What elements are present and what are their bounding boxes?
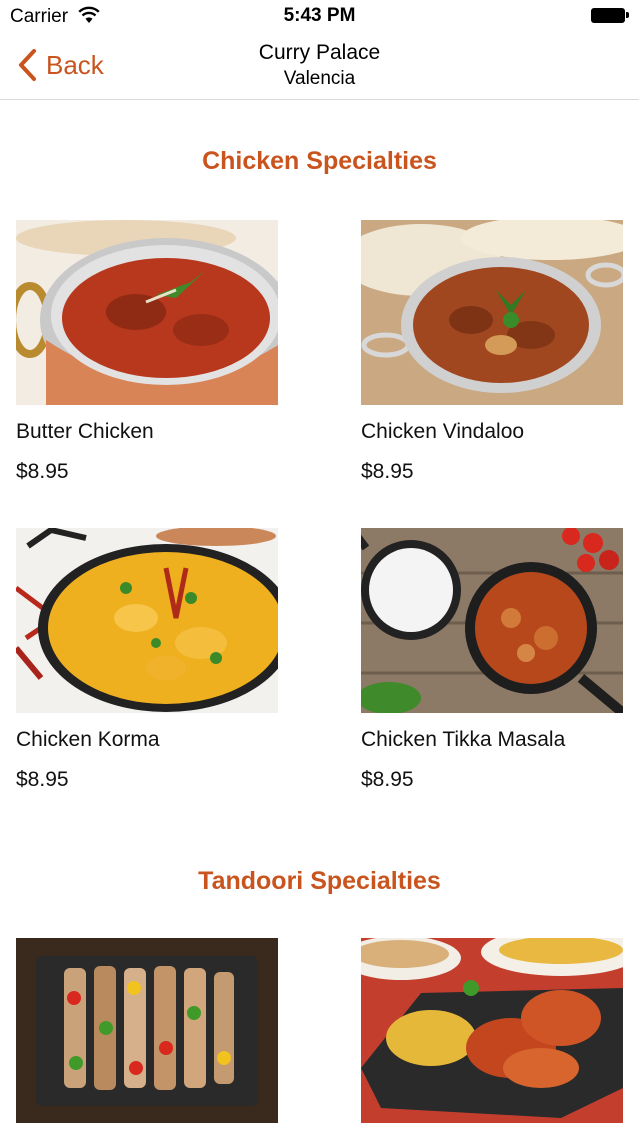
section-title-chicken: Chicken Specialties xyxy=(202,147,437,175)
item-name: Butter Chicken xyxy=(16,420,154,443)
chicken-vindaloo-photo xyxy=(361,220,623,405)
item-name: Chicken Tikka Masala xyxy=(361,728,566,751)
restaurant-location: Valencia xyxy=(283,68,356,89)
menu-item-chicken-korma[interactable]: Chicken Korma $8.95 xyxy=(16,528,278,791)
menu-item-chicken-vindaloo[interactable]: Chicken Vindaloo $8.95 xyxy=(361,220,623,483)
chicken-korma-photo xyxy=(16,528,278,713)
chicken-tikka-masala-photo xyxy=(361,528,623,713)
navigation-bar: Back Curry Palace Valencia xyxy=(0,32,639,100)
menu-item-tandoori-2[interactable] xyxy=(361,938,623,1123)
menu-item-butter-chicken[interactable]: Butter Chicken $8.95 xyxy=(16,220,278,483)
item-name: Chicken Vindaloo xyxy=(361,420,525,443)
status-bar: Carrier 5:43 PM xyxy=(0,0,639,32)
tandoori-chicken-photo xyxy=(361,938,623,1123)
item-name: Chicken Korma xyxy=(16,728,160,751)
clock: 5:43 PM xyxy=(283,5,356,26)
item-price: $8.95 xyxy=(16,460,69,483)
item-price: $8.95 xyxy=(361,768,414,791)
battery-icon xyxy=(591,8,629,23)
item-price: $8.95 xyxy=(361,460,414,483)
item-price: $8.95 xyxy=(16,768,69,791)
section-title-tandoori: Tandoori Specialties xyxy=(198,867,441,895)
kebab-skewers-photo xyxy=(16,938,278,1123)
menu-item-tandoori-1[interactable] xyxy=(16,938,278,1123)
butter-chicken-photo xyxy=(16,220,278,405)
restaurant-name: Curry Palace xyxy=(258,41,381,64)
menu-item-chicken-tikka-masala[interactable]: Chicken Tikka Masala $8.95 xyxy=(361,528,623,791)
